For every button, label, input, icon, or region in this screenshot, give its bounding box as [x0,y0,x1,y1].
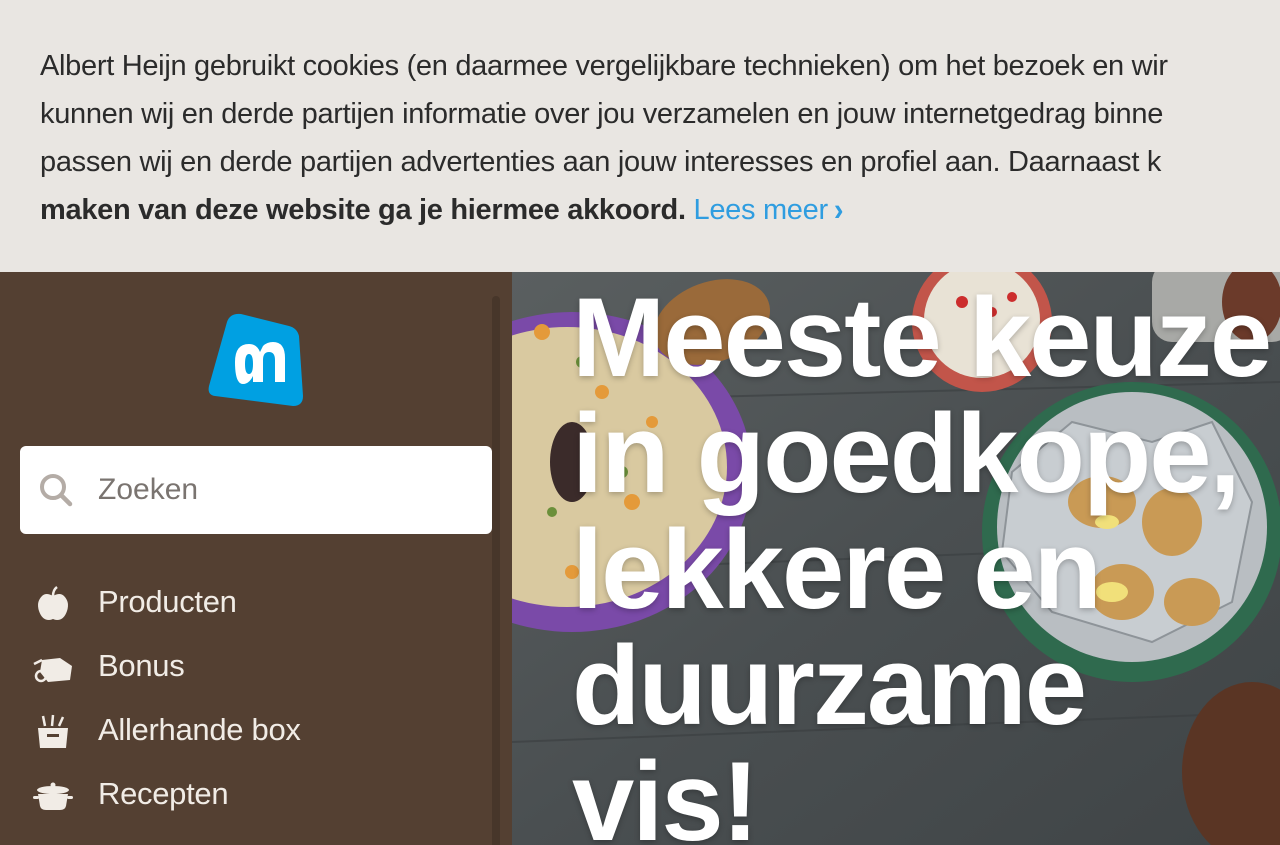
nav-item-producten[interactable]: Producten [0,572,490,636]
albert-heijn-logo[interactable] [205,308,305,408]
apple-icon [38,586,68,620]
search-input[interactable] [98,460,478,520]
cookie-banner: Albert Heijn gebruikt cookies (en daarme… [0,0,1280,272]
cookie-text-line: kunnen wij en derde partijen informatie … [40,98,1164,130]
hero-title-line: lekkere en [572,507,1102,632]
nav-label: Producten [98,584,237,619]
sidebar: Producten Bonus Allerhande box [0,272,512,845]
nav-item-bonus[interactable]: Bonus [0,636,490,700]
main-navigation: Producten Bonus Allerhande box Recepten [0,572,490,828]
nav-label: Recepten [98,776,229,811]
read-more-label: Lees meer [693,194,829,226]
cooking-pot-icon [33,782,73,810]
price-tag-icon [33,658,72,683]
cookie-text-line: passen wij en derde partijen advertentie… [40,146,1162,178]
chevron-right-icon: › [833,192,844,228]
nav-label: Bonus [98,648,185,683]
nav-item-allerhande-box[interactable]: Allerhande box [0,700,490,764]
sidebar-scrollbar[interactable] [492,296,500,845]
hero-title-line: in goedkope, [572,391,1241,516]
nav-label: Allerhande box [98,712,301,747]
cookie-text-line: Albert Heijn gebruikt cookies (en daarme… [40,50,1168,82]
read-more-link[interactable]: Lees meer › [693,192,844,227]
search-box[interactable] [20,446,492,534]
cookie-message: Albert Heijn gebruikt cookies (en daarme… [40,42,1280,234]
box-icon [38,714,68,748]
hero-title-line: duurzame vis! [572,623,1087,845]
hero-title-line: Meeste keuze [572,275,1272,400]
nav-item-recepten[interactable]: Recepten [0,764,490,828]
cookie-consent-text: maken van deze website ga je hiermee akk… [40,194,686,226]
hero-title: Meeste keuze in goedkope, lekkere en duu… [572,280,1272,845]
search-icon [40,474,73,507]
hero-banner[interactable]: Meeste keuze in goedkope, lekkere en duu… [512,272,1280,845]
